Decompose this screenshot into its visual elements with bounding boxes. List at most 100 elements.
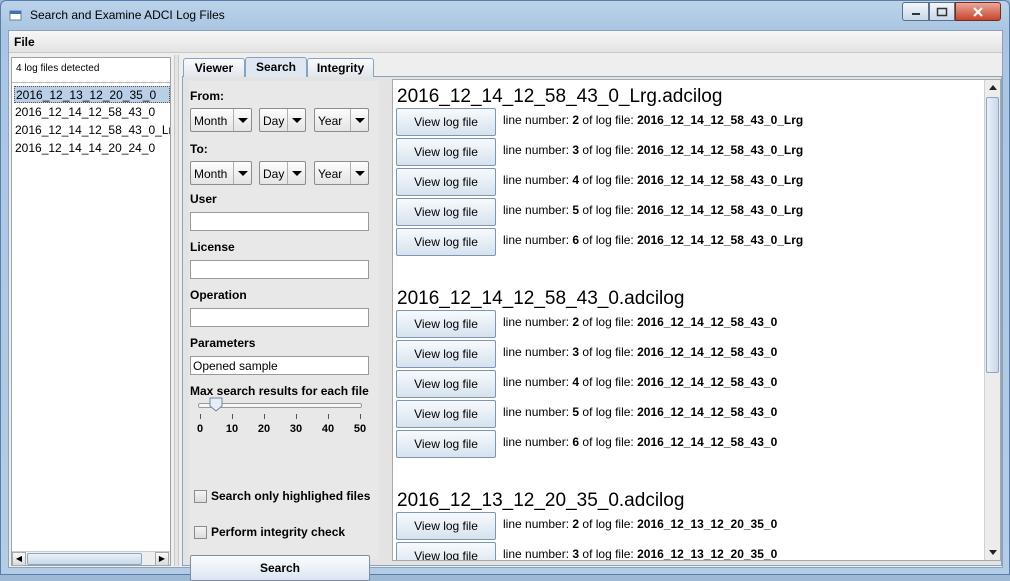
split-pane-divider[interactable] (174, 55, 179, 566)
slider-tick-label: 30 (289, 423, 303, 435)
close-button[interactable] (955, 2, 1001, 21)
chevron-down-icon (287, 162, 305, 184)
from-month-value: Month (194, 114, 228, 128)
view-log-file-button[interactable]: View log file (396, 138, 496, 166)
maximize-button[interactable] (929, 2, 955, 21)
from-year-value: Year (318, 114, 343, 128)
slider-tick-label: 20 (257, 423, 271, 435)
maximize-icon (936, 7, 948, 16)
tab-search[interactable]: Search (245, 57, 307, 79)
of-log-file-text: of log file: (579, 113, 638, 127)
tab-strip: Viewer Search Integrity (182, 57, 1002, 79)
from-day-value: Day (263, 114, 285, 128)
slider-tick-label: 10 (225, 423, 239, 435)
view-log-file-button[interactable]: View log file (396, 198, 496, 226)
list-item[interactable]: 2016_12_14_14_20_24_0 (14, 140, 170, 157)
list-item[interactable]: 2016_12_14_12_58_43_0_Lrg (14, 122, 170, 139)
log-file-name: 2016_12_14_12_58_43_0_Lrg (637, 203, 804, 217)
from-label: From: (190, 89, 224, 103)
scroll-down-icon[interactable] (985, 544, 1001, 560)
result-file-title: 2016_12_13_12_20_35_0.adcilog (397, 490, 685, 511)
log-file-name: 2016_12_14_12_58_43_0 (637, 345, 778, 359)
log-file-name: 2016_12_14_12_58_43_0_Lrg (637, 233, 804, 247)
result-line-text: line number: 5 of log file: 2016_12_14_1… (503, 405, 777, 419)
view-log-file-button[interactable]: View log file (396, 228, 496, 256)
window-title: Search and Examine ADCI Log Files (30, 8, 225, 22)
parameters-input[interactable] (190, 356, 369, 375)
search-highlighted-label: Search only highlighed files (211, 489, 371, 503)
of-log-file-text: of log file: (579, 173, 638, 187)
view-log-file-button[interactable]: View log file (396, 370, 496, 398)
close-icon (973, 6, 983, 17)
vertical-scrollbar[interactable] (984, 80, 1000, 560)
operation-input[interactable] (190, 308, 369, 327)
integrity-check-label: Perform integrity check (211, 525, 346, 539)
operation-label: Operation (190, 288, 247, 302)
result-line-text: line number: 4 of log file: 2016_12_14_1… (503, 375, 777, 389)
search-highlighted-checkbox[interactable] (194, 490, 207, 503)
view-log-file-button[interactable]: View log file (396, 400, 496, 428)
to-month-select[interactable]: Month (190, 161, 252, 185)
slider-tick-label: 40 (321, 423, 335, 435)
of-log-file-text: of log file: (579, 143, 638, 157)
chevron-down-icon (233, 109, 251, 131)
search-button[interactable]: Search (190, 555, 370, 581)
chevron-down-icon (287, 109, 305, 131)
search-results-panel: 2016_12_14_12_58_43_0_Lrg.adcilog View lo… (392, 79, 1001, 561)
view-log-file-button[interactable]: View log file (396, 310, 496, 338)
view-log-file-button[interactable]: View log file (396, 512, 496, 540)
of-log-file-text: of log file: (579, 203, 638, 217)
view-log-file-button[interactable]: View log file (396, 168, 496, 196)
menu-file[interactable]: File (14, 35, 35, 49)
list-item[interactable]: 2016_12_14_12_58_43_0 (14, 104, 170, 121)
horizontal-scrollbar[interactable]: ◀ ▶ (12, 551, 170, 566)
view-log-file-button[interactable]: View log file (396, 108, 496, 136)
view-log-file-button[interactable]: View log file (396, 340, 496, 368)
license-input[interactable] (190, 260, 369, 279)
result-line-text: line number: 2 of log file: 2016_12_13_1… (503, 517, 777, 531)
of-log-file-text: of log file: (579, 345, 638, 359)
line-prefix: line number: (503, 233, 573, 247)
result-line-text: line number: 3 of log file: 2016_12_14_1… (503, 143, 803, 157)
log-file-name: 2016_12_14_12_58_43_0 (637, 375, 778, 389)
minimize-icon (911, 12, 920, 15)
from-year-select[interactable]: Year (314, 108, 369, 132)
to-day-select[interactable]: Day (259, 161, 306, 185)
max-results-slider-thumb[interactable] (209, 397, 223, 412)
line-prefix: line number: (503, 517, 573, 531)
result-line-text: line number: 3 of log file: 2016_12_13_1… (503, 547, 777, 560)
line-prefix: line number: (503, 435, 573, 449)
of-log-file-text: of log file: (579, 233, 638, 247)
scroll-right-icon[interactable]: ▶ (155, 552, 169, 566)
log-file-list: 2016_12_13_12_20_35_0 2016_12_14_12_58_4… (12, 82, 170, 550)
slider-tick (360, 414, 361, 419)
scroll-left-icon[interactable]: ◀ (12, 552, 26, 566)
view-log-file-button[interactable]: View log file (396, 430, 496, 458)
minimize-button[interactable] (902, 2, 929, 21)
view-log-file-button[interactable]: View log file (396, 542, 496, 560)
chevron-down-icon (350, 162, 368, 184)
from-day-select[interactable]: Day (259, 108, 306, 132)
title-bar[interactable]: Search and Examine ADCI Log Files (1, 1, 1009, 29)
log-file-name: 2016_12_13_12_20_35_0 (637, 547, 778, 560)
tab-viewer[interactable]: Viewer (183, 58, 245, 78)
integrity-check-checkbox[interactable] (194, 526, 207, 539)
to-year-select[interactable]: Year (314, 161, 369, 185)
line-prefix: line number: (503, 203, 573, 217)
result-line-text: line number: 6 of log file: 2016_12_14_1… (503, 233, 803, 247)
slider-tick-label: 50 (353, 423, 367, 435)
log-file-name: 2016_12_14_12_58_43_0 (637, 405, 778, 419)
scroll-up-icon[interactable] (985, 80, 1001, 96)
from-month-select[interactable]: Month (190, 108, 252, 132)
list-item[interactable]: 2016_12_13_12_20_35_0 (14, 86, 170, 103)
of-log-file-text: of log file: (579, 517, 638, 531)
client-area: File 4 log files detected 2016_12_13_12_… (8, 30, 1003, 581)
scroll-thumb[interactable] (986, 97, 999, 373)
line-prefix: line number: (503, 173, 573, 187)
user-input[interactable] (190, 212, 369, 231)
result-file-title: 2016_12_14_12_58_43_0_Lrg.adcilog (397, 86, 723, 107)
tab-integrity[interactable]: Integrity (307, 58, 374, 78)
max-results-label: Max search results for each file (190, 384, 369, 398)
user-label: User (190, 192, 217, 206)
scroll-thumb[interactable] (27, 553, 142, 565)
